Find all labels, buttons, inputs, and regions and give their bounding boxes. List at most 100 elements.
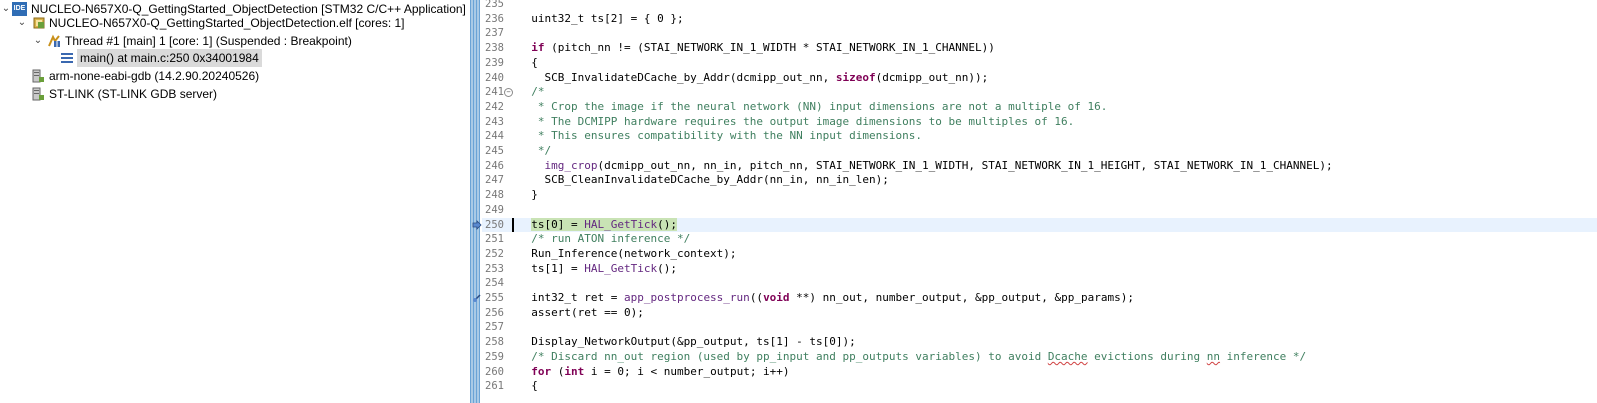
- code-text: */: [518, 144, 551, 159]
- code-token: /* run ATON inference */: [531, 232, 691, 246]
- breakpoint-icon[interactable]: [472, 293, 482, 309]
- code-line[interactable]: 240 SCB_InvalidateDCache_by_Addr(dcmipp_…: [482, 71, 1597, 86]
- line-number: 241: [485, 86, 504, 99]
- code-line[interactable]: 245 */: [482, 144, 1597, 159]
- code-token: HAL_GetTick: [584, 261, 658, 275]
- code-line[interactable]: 259 /* Discard nn_out region (used by pp…: [482, 350, 1597, 365]
- code-token: {: [518, 55, 538, 69]
- code-line[interactable]: 251 /* run ATON inference */: [482, 232, 1597, 247]
- code-line[interactable]: 247 SCB_CleanInvalidateDCache_by_Addr(nn…: [482, 173, 1597, 188]
- code-token: int32_t ret =: [518, 291, 624, 304]
- code-token: i = 0; i < number_output; i++): [584, 364, 790, 378]
- code-token: for: [531, 364, 552, 378]
- code-line[interactable]: 254: [482, 276, 1597, 291]
- code-text: Run_Inference(network_context);: [518, 246, 737, 262]
- code-line[interactable]: 236 uint32_t ts[2] = { 0 };: [482, 12, 1597, 27]
- code-text: ts[1] = HAL_GetTick();: [518, 262, 677, 277]
- code-text: uint32_t ts[2] = { 0 };: [518, 12, 683, 27]
- code-token: img_crop: [544, 158, 598, 172]
- code-line[interactable]: 255 int32_t ret = app_postprocess_run((v…: [473, 291, 1597, 306]
- code-line[interactable]: 235: [482, 0, 1597, 12]
- code-token: sizeof: [835, 70, 876, 84]
- code-text: img_crop(dcmipp_out_nn, nn_in, pitch_nn,…: [518, 159, 1333, 174]
- instruction-pointer-icon[interactable]: [472, 219, 482, 236]
- code-line[interactable]: 248 }: [482, 188, 1597, 203]
- code-line[interactable]: 258 Display_NetworkOutput(&pp_output, ts…: [482, 335, 1597, 350]
- code-token: * Crop the image if the neural network (…: [518, 99, 1108, 113]
- code-line[interactable]: 237: [482, 26, 1597, 41]
- code-token: ();: [657, 261, 677, 275]
- code-token: * The DCMIPP hardware requires the outpu…: [518, 114, 1075, 128]
- code-token: ts[1] =: [518, 261, 585, 275]
- line-number: 239: [485, 56, 504, 69]
- code-line[interactable]: 252 Run_Inference(network_context);: [482, 247, 1597, 262]
- code-text: SCB_CleanInvalidateDCache_by_Addr(nn_in,…: [518, 173, 889, 188]
- code-text: }: [518, 188, 538, 203]
- code-token: inference */: [1220, 349, 1307, 363]
- code-text: int32_t ret = app_postprocess_run((void …: [518, 291, 1134, 306]
- code-text: {: [518, 56, 538, 71]
- text-caret: [512, 217, 514, 232]
- code-text: * Crop the image if the neural network (…: [518, 99, 1108, 115]
- line-number: 260: [485, 365, 504, 378]
- code-line[interactable]: 244 * This ensures compatibility with th…: [482, 129, 1597, 144]
- line-number: 259: [485, 350, 504, 363]
- line-number: 258: [485, 336, 504, 349]
- editor-lines: 235 236 uint32_t ts[2] = { 0 }; 237 238 if …: [0, 0, 1597, 403]
- code-token: {: [518, 379, 538, 393]
- code-token: nn: [1206, 349, 1221, 363]
- code-token: (dcmipp_out_nn));: [875, 70, 989, 84]
- code-token: if: [531, 41, 545, 55]
- code-line[interactable]: 253 ts[1] = HAL_GetTick();: [482, 262, 1597, 277]
- code-text: Display_NetworkOutput(&pp_output, ts[1] …: [518, 335, 856, 350]
- code-line[interactable]: 241 /* −: [482, 85, 1597, 100]
- line-number: 255: [485, 292, 504, 304]
- line-number: 261: [485, 380, 504, 393]
- line-number: 235: [485, 0, 504, 10]
- code-token: }: [518, 188, 538, 202]
- code-token: ((: [749, 291, 764, 304]
- code-token: (dcmipp_out_nn, nn_in, pitch_nn, STAI_NE…: [597, 158, 1333, 172]
- line-number: 257: [485, 321, 504, 334]
- code-line[interactable]: 238 if (pitch_nn != (STAI_NETWORK_IN_1_W…: [482, 41, 1597, 56]
- current-line[interactable]: 250 ts[0] = HAL_GetTick();: [472, 217, 1597, 233]
- line-number: 240: [485, 71, 504, 84]
- code-text: SCB_InvalidateDCache_by_Addr(dcmipp_out_…: [518, 71, 988, 86]
- code-line[interactable]: 256 assert(ret == 0);: [482, 306, 1597, 321]
- fold-toggle-icon[interactable]: −: [504, 88, 513, 98]
- line-number: 237: [485, 27, 504, 40]
- code-token: ts[0] =: [531, 217, 585, 231]
- code-token: (: [551, 364, 565, 378]
- code-line[interactable]: 249: [482, 203, 1597, 218]
- code-token: */: [518, 144, 552, 157]
- code-line[interactable]: 243 * The DCMIPP hardware requires the o…: [482, 115, 1597, 130]
- code-line[interactable]: 260 for (int i = 0; i < number_output; i…: [482, 365, 1597, 380]
- line-number: 242: [485, 100, 504, 113]
- code-line[interactable]: 261 {: [482, 379, 1597, 394]
- code-token: Dcache: [1047, 349, 1088, 363]
- code-line[interactable]: 242 * Crop the image if the neural netwo…: [482, 100, 1597, 115]
- code-token: HAL_GetTick: [584, 217, 658, 231]
- code-token: Run_Inference(network_context);: [518, 246, 737, 260]
- line-number: 251: [485, 233, 504, 246]
- code-token: /*: [518, 85, 545, 99]
- code-token: int: [564, 364, 585, 378]
- code-token: * This ensures compatibility with the NN…: [518, 129, 922, 143]
- code-token: Display_NetworkOutput(&pp_output, ts[1] …: [518, 335, 856, 349]
- code-line[interactable]: 246 img_crop(dcmipp_out_nn, nn_in, pitch…: [482, 159, 1597, 174]
- line-number: 247: [485, 174, 504, 187]
- code-text: {: [518, 379, 538, 394]
- code-line[interactable]: 257: [482, 320, 1597, 335]
- code-line[interactable]: 239 {: [482, 56, 1597, 71]
- line-number: 236: [485, 12, 504, 25]
- line-number: 256: [485, 306, 504, 319]
- code-token: SCB_CleanInvalidateDCache_by_Addr(nn_in,…: [518, 173, 889, 187]
- line-number: 253: [485, 262, 504, 275]
- code-text: /*: [518, 85, 545, 100]
